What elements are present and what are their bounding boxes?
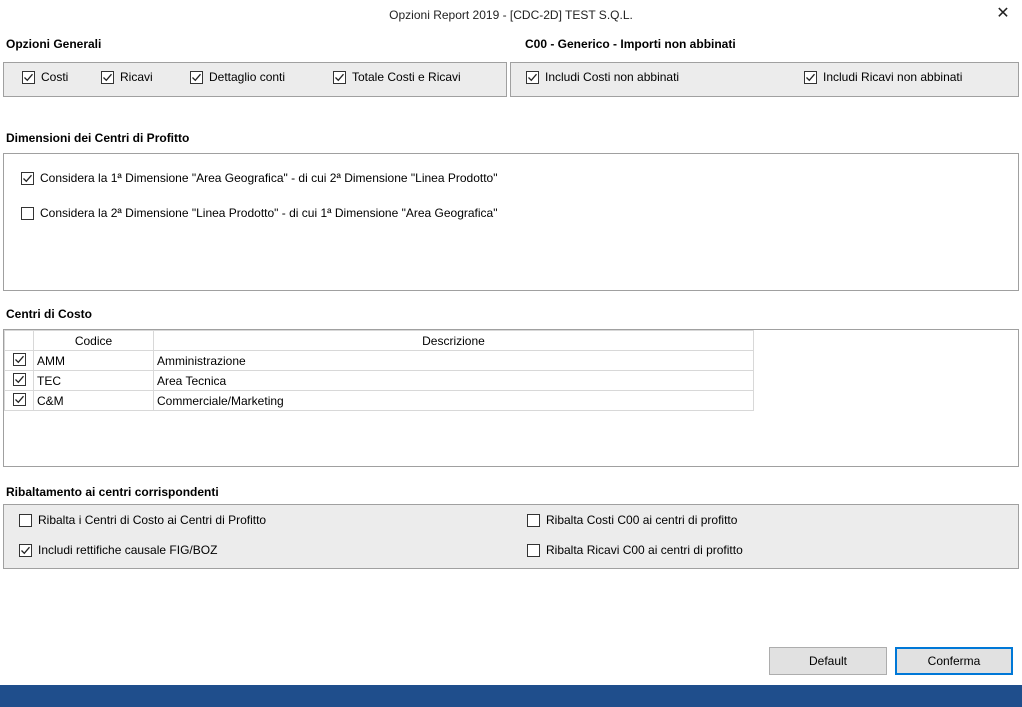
checkbox-label: Considera la 2ª Dimensione "Linea Prodot… bbox=[40, 206, 498, 220]
cell-codice[interactable]: TEC bbox=[33, 370, 154, 391]
checkbox-dimensione-2[interactable]: Considera la 2ª Dimensione "Linea Prodot… bbox=[21, 206, 498, 220]
confirm-button[interactable]: Conferma bbox=[895, 647, 1013, 675]
window-title: Opzioni Report 2019 - [CDC-2D] TEST S.Q.… bbox=[389, 8, 633, 22]
cell-codice[interactable]: AMM bbox=[33, 350, 154, 371]
grid-header-descrizione[interactable]: Descrizione bbox=[153, 330, 754, 351]
section-title-centri-di-costo: Centri di Costo bbox=[6, 307, 92, 321]
checkbox-includi-ricavi-non-abbinati[interactable]: Includi Ricavi non abbinati bbox=[804, 70, 962, 84]
row-checkbox-cell[interactable] bbox=[4, 350, 34, 371]
checkmark-icon bbox=[14, 395, 24, 404]
checkbox-box[interactable] bbox=[804, 70, 817, 84]
checkbox-label: Ricavi bbox=[120, 70, 153, 84]
checkbox-label: Ribalta Ricavi C00 ai centri di profitto bbox=[546, 543, 743, 557]
checkbox-box[interactable] bbox=[19, 543, 32, 557]
close-icon[interactable]: ✕ bbox=[992, 4, 1014, 24]
checkbox-box[interactable] bbox=[22, 70, 35, 84]
checkbox-ribalta-ricavi-c00[interactable]: Ribalta Ricavi C00 ai centri di profitto bbox=[527, 543, 743, 557]
checkmark-icon bbox=[24, 73, 33, 81]
checkbox-box[interactable] bbox=[21, 171, 34, 185]
checkbox-label: Ribalta i Centri di Costo ai Centri di P… bbox=[38, 513, 267, 527]
checkbox-label: Considera la 1ª Dimensione "Area Geograf… bbox=[40, 171, 498, 185]
panel-opzioni-generali: Costi Ricavi Dettaglio conti Totale Cost… bbox=[3, 62, 507, 97]
cell-codice[interactable]: C&M bbox=[33, 390, 154, 411]
cell-descrizione[interactable]: Area Tecnica bbox=[153, 370, 754, 391]
section-title-c00: C00 - Generico - Importi non abbinati bbox=[525, 37, 736, 51]
checkmark-icon bbox=[528, 73, 537, 81]
checkmark-icon bbox=[335, 73, 344, 81]
checkbox-label: Includi Costi non abbinati bbox=[545, 70, 680, 84]
checkbox-label: Includi Ricavi non abbinati bbox=[823, 70, 963, 84]
row-checkbox-cell[interactable] bbox=[4, 390, 34, 411]
grid-header-select bbox=[4, 330, 34, 351]
checkbox-box[interactable] bbox=[101, 70, 114, 84]
row-checkbox-cell[interactable] bbox=[4, 370, 34, 391]
checkbox-box[interactable] bbox=[19, 513, 32, 527]
footer-bar bbox=[0, 685, 1022, 707]
cell-descrizione[interactable]: Commerciale/Marketing bbox=[153, 390, 754, 411]
panel-dimensioni: Considera la 1ª Dimensione "Area Geograf… bbox=[3, 153, 1019, 291]
checkbox-dimensione-1[interactable]: Considera la 1ª Dimensione "Area Geograf… bbox=[21, 171, 498, 185]
table-row[interactable]: TEC Area Tecnica bbox=[4, 370, 754, 391]
checkbox-box[interactable] bbox=[12, 393, 26, 406]
checkmark-icon bbox=[103, 73, 112, 81]
table-row[interactable]: C&M Commerciale/Marketing bbox=[4, 390, 754, 411]
checkbox-box[interactable] bbox=[21, 206, 34, 220]
table-row[interactable]: AMM Amministrazione bbox=[4, 350, 754, 371]
cell-descrizione[interactable]: Amministrazione bbox=[153, 350, 754, 371]
panel-c00: Includi Costi non abbinati Includi Ricav… bbox=[510, 62, 1019, 97]
checkbox-includi-costi-non-abbinati[interactable]: Includi Costi non abbinati bbox=[526, 70, 679, 84]
title-bar: Opzioni Report 2019 - [CDC-2D] TEST S.Q.… bbox=[0, 0, 1022, 30]
grid-header-row: Codice Descrizione bbox=[4, 330, 754, 351]
checkbox-ricavi[interactable]: Ricavi bbox=[101, 70, 153, 84]
checkbox-totale-costi-ricavi[interactable]: Totale Costi e Ricavi bbox=[333, 70, 461, 84]
checkbox-label: Totale Costi e Ricavi bbox=[352, 70, 461, 84]
checkbox-box[interactable] bbox=[527, 543, 540, 557]
section-title-ribaltamento: Ribaltamento ai centri corrispondenti bbox=[6, 485, 219, 499]
checkbox-dettaglio-conti[interactable]: Dettaglio conti bbox=[190, 70, 285, 84]
checkmark-icon bbox=[192, 73, 201, 81]
grid-header-codice[interactable]: Codice bbox=[33, 330, 154, 351]
centri-di-costo-grid: Codice Descrizione AMM Amministrazione T… bbox=[4, 330, 754, 411]
section-title-generali: Opzioni Generali bbox=[6, 37, 102, 51]
checkbox-box[interactable] bbox=[12, 353, 26, 366]
checkbox-label: Ribalta Costi C00 ai centri di profitto bbox=[546, 513, 738, 527]
checkbox-box[interactable] bbox=[527, 513, 540, 527]
checkmark-icon bbox=[14, 375, 24, 384]
checkmark-icon bbox=[14, 355, 24, 364]
checkmark-icon bbox=[806, 73, 815, 81]
checkbox-includi-rettifiche[interactable]: Includi rettifiche causale FIG/BOZ bbox=[19, 543, 217, 557]
checkbox-box[interactable] bbox=[333, 70, 346, 84]
checkmark-icon bbox=[21, 546, 30, 554]
panel-ribaltamento: Ribalta i Centri di Costo ai Centri di P… bbox=[3, 504, 1019, 569]
section-title-dimensioni: Dimensioni dei Centri di Profitto bbox=[6, 131, 190, 145]
checkbox-label: Dettaglio conti bbox=[209, 70, 286, 84]
checkbox-label: Includi rettifiche causale FIG/BOZ bbox=[38, 543, 218, 557]
default-button[interactable]: Default bbox=[769, 647, 887, 675]
checkbox-box[interactable] bbox=[526, 70, 539, 84]
checkbox-label: Costi bbox=[41, 70, 69, 84]
checkbox-box[interactable] bbox=[12, 373, 26, 386]
checkbox-ribalta-centri-costo[interactable]: Ribalta i Centri di Costo ai Centri di P… bbox=[19, 513, 266, 527]
checkbox-box[interactable] bbox=[190, 70, 203, 84]
checkbox-ribalta-costi-c00[interactable]: Ribalta Costi C00 ai centri di profitto bbox=[527, 513, 737, 527]
checkmark-icon bbox=[23, 174, 32, 182]
checkbox-costi[interactable]: Costi bbox=[22, 70, 68, 84]
